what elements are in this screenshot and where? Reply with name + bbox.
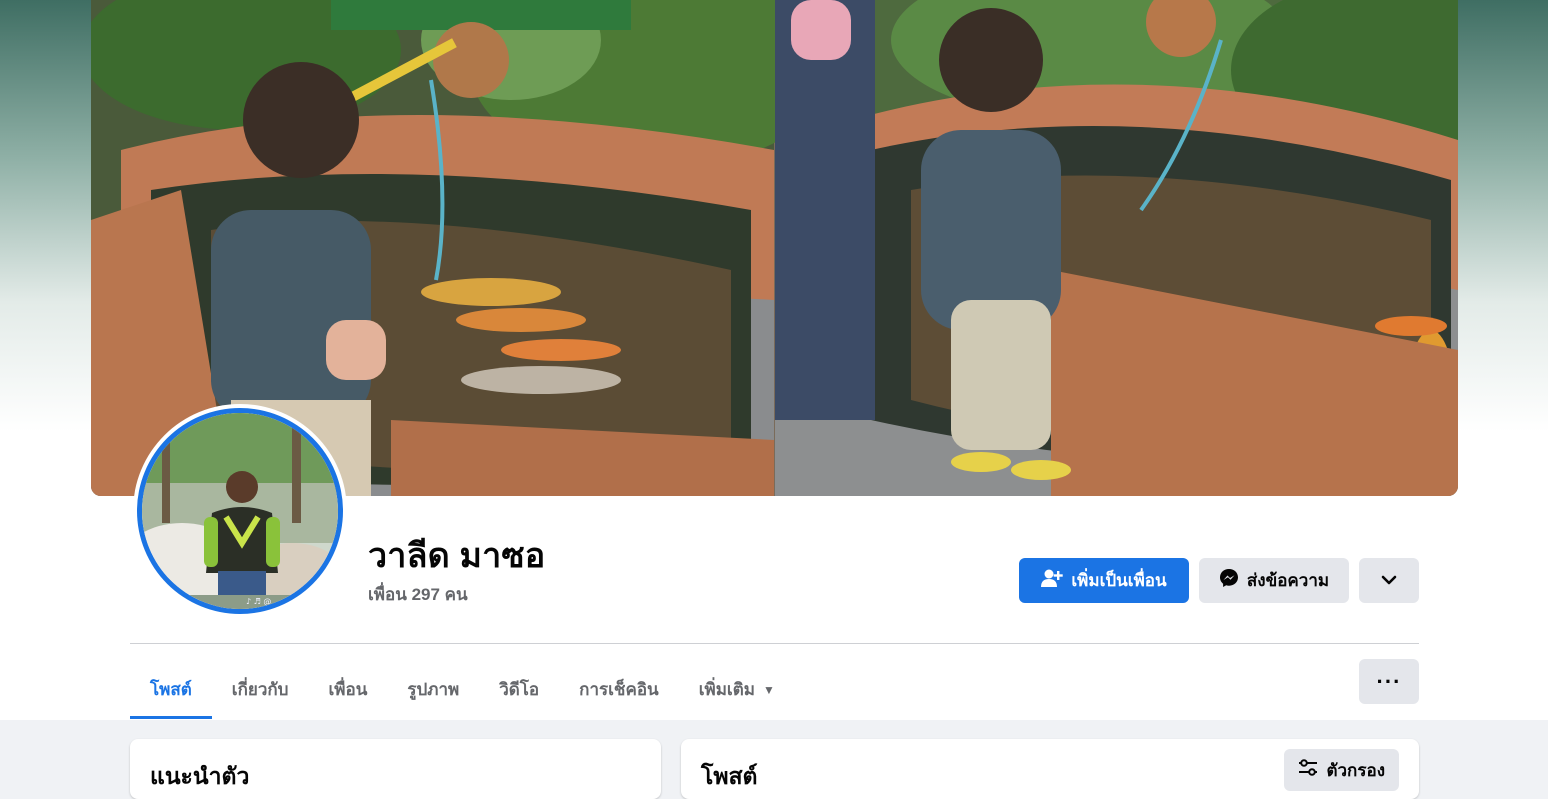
tab-label: เพิ่มเติม: [698, 680, 755, 699]
messenger-icon: [1219, 568, 1239, 593]
profile-tabs: โพสต์ เกี่ยวกับ เพื่อน รูปภาพ วิดีโอ การ…: [130, 660, 795, 719]
profile-name: วาลีด มาซอ: [368, 537, 546, 575]
tab-label: เกี่ยวกับ: [231, 680, 289, 699]
filter-button[interactable]: ตัวกรอง: [1284, 749, 1399, 791]
header-divider: [130, 643, 1419, 644]
profile-avatar[interactable]: ♪ ♬ @: [133, 404, 347, 618]
posts-title: โพสต์: [701, 763, 758, 789]
filter-icon: [1298, 758, 1318, 782]
ellipsis-icon: ···: [1376, 668, 1402, 694]
add-friend-label: เพิ่มเป็นเพื่อน: [1071, 571, 1167, 590]
tab-more[interactable]: เพิ่มเติม ▼: [679, 660, 795, 719]
tab-photos[interactable]: รูปภาพ: [387, 660, 479, 719]
tab-label: โพสต์: [150, 680, 192, 699]
tab-posts[interactable]: โพสต์: [130, 660, 212, 719]
intro-card: แนะนำตัว: [130, 739, 661, 799]
tab-label: รูปภาพ: [407, 680, 460, 699]
add-friend-button[interactable]: เพิ่มเป็นเพื่อน: [1019, 558, 1189, 603]
tab-about[interactable]: เกี่ยวกับ: [212, 660, 309, 719]
posts-card: โพสต์ ตัวกรอง: [681, 739, 1419, 799]
more-options-button[interactable]: ···: [1359, 659, 1419, 704]
tab-label: เพื่อน: [328, 680, 368, 699]
avatar-photo[interactable]: ♪ ♬ @: [142, 413, 338, 609]
avatar-story-ring: ♪ ♬ @: [137, 408, 343, 614]
profile-dropdown-button[interactable]: [1359, 558, 1419, 603]
message-button[interactable]: ส่งข้อความ: [1199, 558, 1349, 603]
tab-friends[interactable]: เพื่อน: [308, 660, 387, 719]
add-friend-icon: [1041, 568, 1064, 593]
tab-label: วิดีโอ: [499, 680, 540, 699]
caret-down-icon: ▼: [762, 682, 775, 697]
tab-checkins[interactable]: การเช็คอิน: [559, 660, 679, 719]
chevron-down-icon: [1381, 571, 1397, 591]
intro-title: แนะนำตัว: [150, 763, 250, 789]
friends-count[interactable]: เพื่อน 297 คน: [368, 581, 468, 608]
tab-videos[interactable]: วิดีโอ: [479, 660, 559, 719]
tab-label: การเช็คอิน: [579, 680, 659, 699]
filter-label: ตัวกรอง: [1326, 760, 1385, 780]
avatar-watermark: ♪ ♬ @: [246, 597, 272, 606]
message-label: ส่งข้อความ: [1246, 571, 1330, 590]
